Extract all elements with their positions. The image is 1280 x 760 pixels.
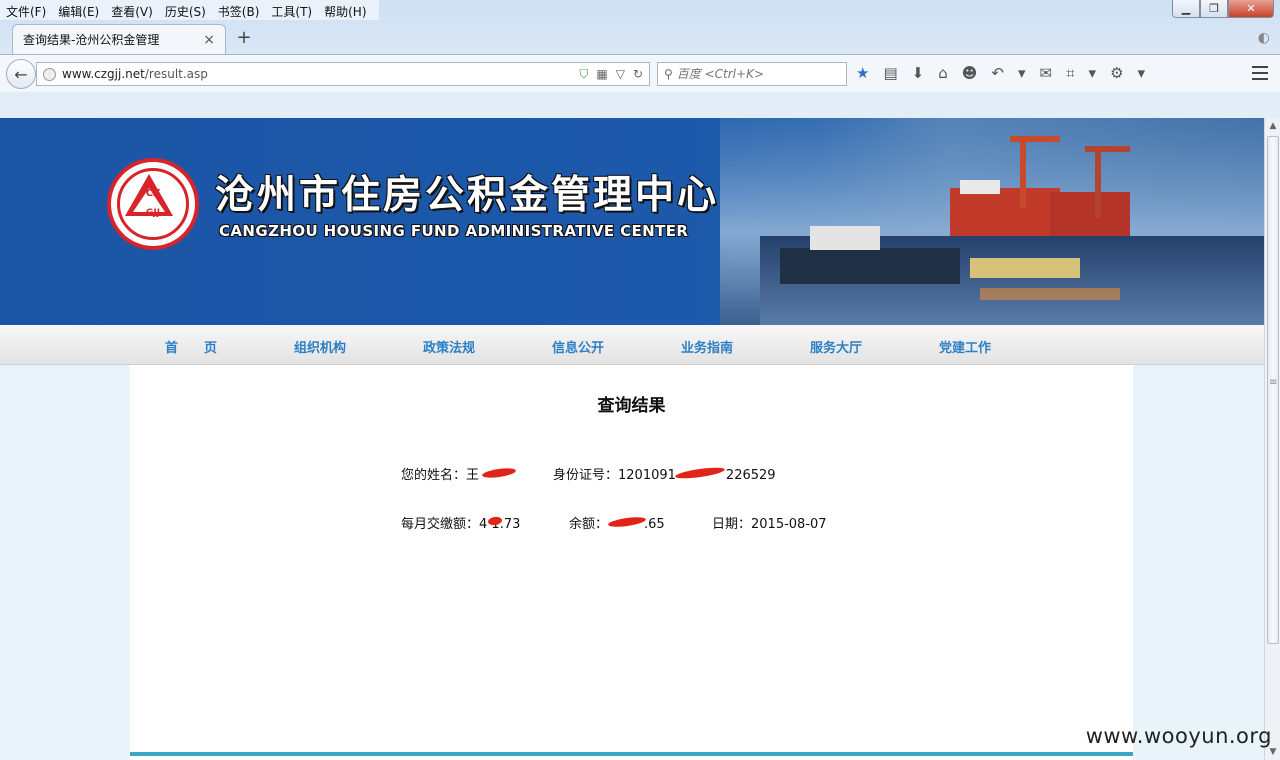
monthly-row: 每月交缴额：4 1.73 xyxy=(401,513,520,532)
logo-text-top: CZ xyxy=(145,188,161,199)
tab-groups-icon[interactable]: ◐ xyxy=(1258,30,1270,46)
balance-value: .65 xyxy=(644,517,665,532)
monthly-label: 每月交缴额： xyxy=(401,517,480,532)
home-icon[interactable]: ⌂ xyxy=(938,64,948,82)
navigation-toolbar: ← www.czgjj.net/result.asp ⛉ ▦ ▽ ↻ ⚲ ★ ▤… xyxy=(0,54,1280,92)
reading-list-icon[interactable]: ▤ xyxy=(883,64,897,82)
crop-dropdown-icon[interactable]: ▾ xyxy=(1089,64,1097,82)
menu-history[interactable]: 历史(S) xyxy=(159,0,212,20)
scroll-thumb[interactable] xyxy=(1267,136,1279,644)
address-bar[interactable]: www.czgjj.net/result.asp ⛉ ▦ ▽ ↻ xyxy=(36,62,650,86)
redaction-mark xyxy=(481,466,517,480)
tab-strip: 查询结果-沧州公积金管理 × + ◐ xyxy=(0,24,1280,54)
url-path: /result.asp xyxy=(144,67,208,81)
site-nav: 首 页 组织机构 政策法规 信息公开 业务指南 服务大厅 党建工作 xyxy=(0,325,1264,365)
name-value: 王 xyxy=(466,468,480,483)
scroll-up-icon[interactable]: ▲ xyxy=(1265,118,1280,134)
site-title-cn: 沧州市住房公积金管理中心 xyxy=(215,173,720,218)
maximize-button[interactable]: ❐ xyxy=(1200,0,1228,18)
shield-icon[interactable]: ⛉ xyxy=(579,67,588,82)
menu-edit[interactable]: 编辑(E) xyxy=(52,0,105,20)
page-viewport: CZ GJJ 沧州市住房公积金管理中心 CANGZHOU HOUSING FUN… xyxy=(0,118,1264,760)
chat-icon[interactable]: ☻ xyxy=(962,64,978,82)
undo-icon[interactable]: ↶ xyxy=(991,64,1004,82)
name-row: 您的姓名：王 xyxy=(401,464,479,483)
nav-organization[interactable]: 组织机构 xyxy=(294,337,346,356)
dropdown-icon[interactable]: ▽ xyxy=(616,67,625,82)
download-icon[interactable]: ⬇ xyxy=(912,64,925,82)
reload-icon[interactable]: ↻ xyxy=(633,67,643,82)
url-host: www.czgjj.net xyxy=(62,67,145,81)
extension-icon[interactable]: ⚙ xyxy=(1110,64,1123,82)
nav-party-work[interactable]: 党建工作 xyxy=(939,337,991,356)
bookmark-star-icon[interactable]: ★ xyxy=(856,64,869,82)
minimize-button[interactable]: ▁ xyxy=(1172,0,1200,18)
search-icon: ⚲ xyxy=(664,67,673,81)
result-title: 查询结果 xyxy=(597,396,666,416)
id-suffix: 226529 xyxy=(725,468,776,483)
logo-text-bottom: GJJ xyxy=(145,208,161,218)
site-title-en: CANGZHOU HOUSING FUND ADMINISTRATIVE CEN… xyxy=(219,222,689,240)
globe-icon xyxy=(43,67,56,81)
date-label: 日期： xyxy=(712,517,752,532)
result-panel: 查询结果 您的姓名：王 身份证号：1201091 226529 每月交缴额：4 1… xyxy=(130,365,1133,760)
tab-result[interactable]: 查询结果-沧州公积金管理 × xyxy=(12,24,226,54)
comment-icon[interactable]: ✉ xyxy=(1040,64,1053,82)
url-text[interactable]: www.czgjj.net/result.asp xyxy=(62,67,579,81)
id-row: 身份证号：1201091 226529 xyxy=(553,464,776,483)
search-box[interactable]: ⚲ xyxy=(657,62,847,86)
tab-close-icon[interactable]: × xyxy=(203,32,215,48)
site-logo[interactable]: CZ GJJ xyxy=(107,158,199,250)
menu-help[interactable]: 帮助(H) xyxy=(318,0,372,20)
menu-file[interactable]: 文件(F) xyxy=(0,0,52,20)
nav-service-hall[interactable]: 服务大厅 xyxy=(810,337,862,356)
tab-title: 查询结果-沧州公积金管理 xyxy=(23,33,160,47)
extension-dropdown-icon[interactable]: ▾ xyxy=(1138,64,1146,82)
name-label: 您的姓名： xyxy=(401,468,467,483)
menu-tools[interactable]: 工具(T) xyxy=(265,0,318,20)
nav-info-public[interactable]: 信息公开 xyxy=(552,337,604,356)
arrow-left-icon: ← xyxy=(14,64,28,84)
nav-home[interactable]: 首 页 xyxy=(165,337,217,356)
nav-business-guide[interactable]: 业务指南 xyxy=(681,337,733,356)
toolbar-icons: ★ ▤ ⬇ ⌂ ☻ ↶ ▾ ✉ ⌗ ▾ ⚙ ▾ xyxy=(856,64,1145,82)
site-banner: CZ GJJ 沧州市住房公积金管理中心 CANGZHOU HOUSING FUN… xyxy=(0,118,1264,325)
vertical-scrollbar[interactable]: ▲ ▼ xyxy=(1264,118,1280,760)
date-row: 日期：2015-08-07 xyxy=(712,513,827,532)
id-prefix: 1201091 xyxy=(618,468,676,483)
new-tab-button[interactable]: + xyxy=(234,28,254,48)
minimize-icon: ▁ xyxy=(1181,2,1191,15)
nav-policy[interactable]: 政策法规 xyxy=(423,337,475,356)
balance-label: 余额： xyxy=(569,517,609,532)
search-input[interactable] xyxy=(676,67,827,81)
id-label: 身份证号： xyxy=(553,468,619,483)
date-value: 2015-08-07 xyxy=(751,517,827,532)
undo-dropdown-icon[interactable]: ▾ xyxy=(1018,64,1026,82)
crop-icon[interactable]: ⌗ xyxy=(1066,64,1074,82)
browser-chrome: 文件(F) 编辑(E) 查看(V) 历史(S) 书签(B) 工具(T) 帮助(H… xyxy=(0,0,1280,118)
menu-bar: 文件(F) 编辑(E) 查看(V) 历史(S) 书签(B) 工具(T) 帮助(H… xyxy=(0,0,379,20)
panel-bottom-border xyxy=(130,752,1133,756)
restore-icon: ❐ xyxy=(1209,2,1219,15)
menu-bookmarks[interactable]: 书签(B) xyxy=(212,0,266,20)
window-controls: ▁ ❐ ✕ xyxy=(1172,0,1274,18)
watermark: www.wooyun.org xyxy=(1085,724,1272,748)
close-window-button[interactable]: ✕ xyxy=(1228,0,1274,18)
menu-view[interactable]: 查看(V) xyxy=(105,0,159,20)
hamburger-menu-icon[interactable] xyxy=(1252,66,1268,80)
close-icon: ✕ xyxy=(1246,2,1256,15)
qr-code-icon[interactable]: ▦ xyxy=(596,67,607,82)
back-button[interactable]: ← xyxy=(6,59,36,89)
harbor-image xyxy=(720,118,1264,325)
